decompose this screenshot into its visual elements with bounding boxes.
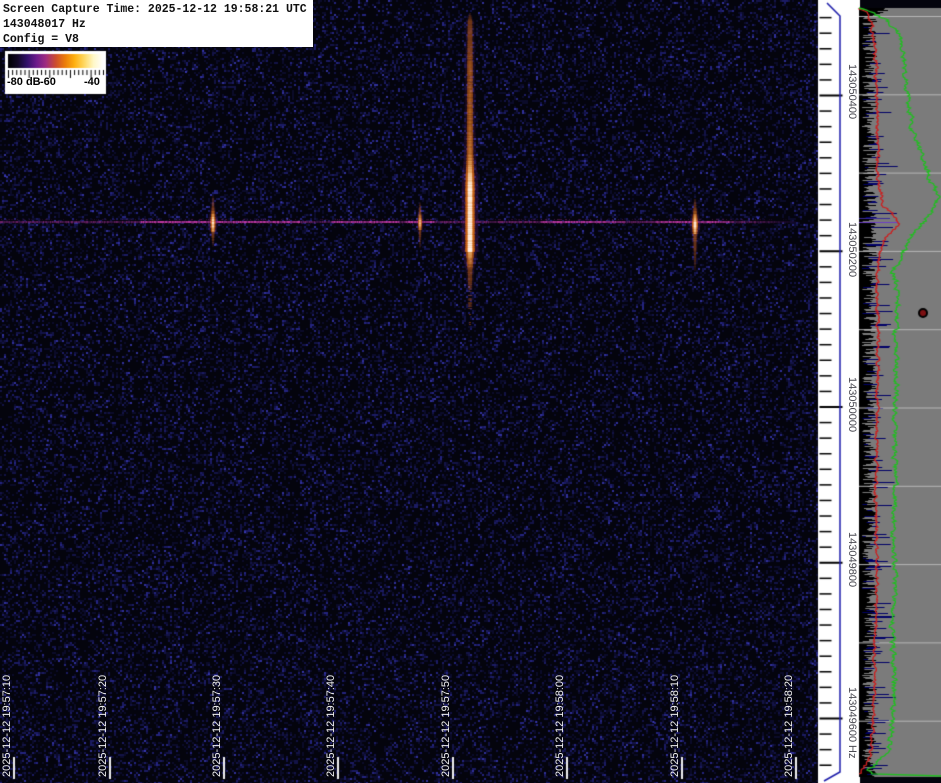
time-axis-label: 2025-12-12 19:57:20 bbox=[97, 675, 109, 777]
waterfall-spectrogram-canvas bbox=[0, 0, 941, 783]
time-axis-label: 2025-12-12 19:57:40 bbox=[325, 675, 337, 777]
center-frequency-text: 143048017 Hz bbox=[3, 17, 313, 32]
time-axis-label: 2025-12-12 19:58:00 bbox=[554, 675, 566, 777]
time-axis-label: 2025-12-12 19:58:10 bbox=[669, 675, 681, 777]
freq-axis-label: 143050000 bbox=[846, 377, 858, 432]
config-text: Config = V8 bbox=[3, 32, 313, 47]
colorbar-label-min: -80 dB bbox=[7, 76, 41, 88]
time-axis-label: 2025-12-12 19:58:20 bbox=[783, 675, 795, 777]
colorbar-label-max: -40 bbox=[84, 76, 100, 88]
freq-axis-label: 143049600 bbox=[846, 687, 858, 742]
time-axis-label: 2025-12-12 19:57:50 bbox=[440, 675, 452, 777]
colorbar-label-mid: -60 bbox=[40, 76, 56, 88]
capture-info-box: Screen Capture Time: 2025-12-12 19:58:21… bbox=[0, 0, 313, 47]
freq-axis-label: 143050200 bbox=[846, 222, 858, 277]
spectrogram-capture-window: Screen Capture Time: 2025-12-12 19:58:21… bbox=[0, 0, 941, 783]
freq-axis-label: 143049800 bbox=[846, 532, 858, 587]
freq-axis-label: 143050400 bbox=[846, 64, 858, 119]
time-axis-label: 2025-12-12 19:57:10 bbox=[1, 675, 13, 777]
capture-time-text: Screen Capture Time: 2025-12-12 19:58:21… bbox=[3, 2, 313, 17]
freq-axis-unit-label: Hz bbox=[846, 745, 858, 758]
time-axis-label: 2025-12-12 19:57:30 bbox=[211, 675, 223, 777]
